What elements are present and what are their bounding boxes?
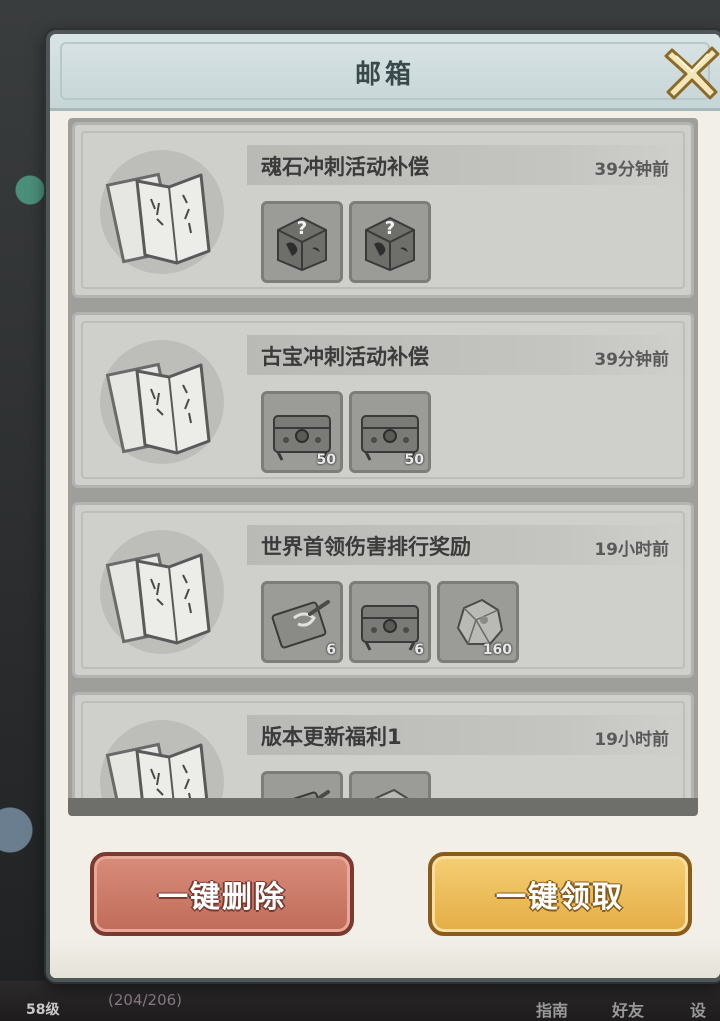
mystery-chest-icon: ?: [277, 216, 327, 272]
bottom-nav-bar: 58级 (204/206) 指南 好友 设: [0, 981, 720, 1021]
claim-all-button[interactable]: 一键领取: [428, 852, 692, 936]
letter-icon: [100, 530, 224, 654]
mystery-chest-icon: ?: [365, 216, 415, 272]
list-divider: [68, 798, 698, 816]
letter-icon: [100, 340, 224, 464]
reward-slot[interactable]: 50: [349, 391, 431, 473]
nav-settings[interactable]: 设: [690, 997, 706, 1021]
reward-count: 160: [482, 642, 512, 658]
mail-item[interactable]: 世界首领伤害排行奖励 19小时前 6 6 160: [72, 502, 694, 678]
mail-time: 19小时前: [594, 540, 669, 560]
delete-all-label: 一键删除: [158, 880, 286, 915]
mail-title: 世界首领伤害排行奖励: [261, 535, 471, 559]
player-level: 58级: [26, 1002, 60, 1018]
reward-count: 50: [404, 452, 424, 468]
mail-time: 19小时前: [594, 730, 669, 750]
close-button[interactable]: [660, 40, 720, 104]
mail-title: 版本更新福利1: [261, 725, 402, 749]
svg-text:?: ?: [297, 218, 307, 239]
nav-guide[interactable]: 指南: [536, 997, 568, 1021]
reward-slot[interactable]: ?: [261, 201, 343, 283]
svg-text:?: ?: [385, 218, 395, 239]
mail-time: 39分钟前: [594, 350, 669, 370]
reward-count: 6: [326, 642, 336, 658]
mailbox-header: 邮箱: [50, 34, 720, 111]
claim-all-label: 一键领取: [496, 880, 624, 915]
letter-icon: [100, 150, 224, 274]
energy-counter: (204/206): [108, 991, 183, 1009]
reward-slot[interactable]: 6: [261, 581, 343, 663]
mail-list[interactable]: 魂石冲刺活动补偿 39分钟前 ? ? 古宝冲刺活动补偿 39分钟前 50 50 …: [68, 118, 698, 808]
mail-title: 古宝冲刺活动补偿: [261, 345, 429, 369]
mail-title: 魂石冲刺活动补偿: [261, 155, 429, 179]
delete-all-button[interactable]: 一键删除: [90, 852, 354, 936]
letter-icon: [100, 720, 224, 808]
reward-slot[interactable]: 160: [437, 581, 519, 663]
mailbox-title: 邮箱: [354, 60, 415, 90]
mail-item[interactable]: 古宝冲刺活动补偿 39分钟前 50 50: [72, 312, 694, 488]
reward-count: 6: [414, 642, 424, 658]
footer-decoration: [50, 938, 720, 978]
mail-time: 39分钟前: [594, 160, 669, 180]
reward-slot[interactable]: ?: [349, 201, 431, 283]
mail-item[interactable]: 魂石冲刺活动补偿 39分钟前 ? ?: [72, 122, 694, 298]
reward-count: 50: [316, 452, 336, 468]
mailbox-dialog: 邮箱 魂石冲刺活动补偿 39分钟前 ? ? 古宝冲刺活动补偿 39分钟前 50 …: [46, 30, 720, 982]
close-icon: [664, 46, 720, 100]
reward-slot[interactable]: 6: [349, 581, 431, 663]
reward-slot[interactable]: 50: [261, 391, 343, 473]
mail-item[interactable]: 版本更新福利1 19小时前: [72, 692, 694, 808]
nav-friends[interactable]: 好友: [612, 997, 644, 1021]
